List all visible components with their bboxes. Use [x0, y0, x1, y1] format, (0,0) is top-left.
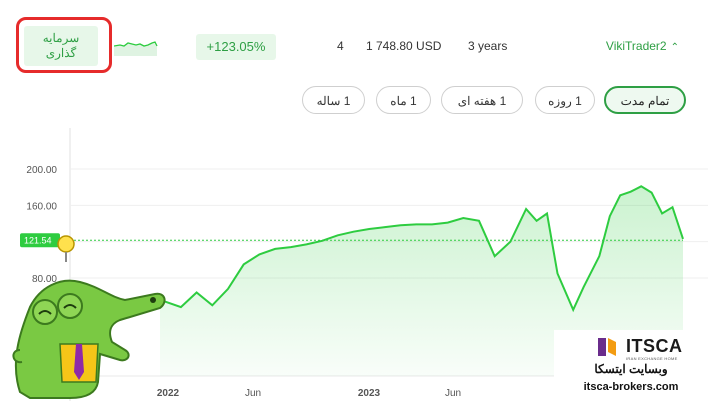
- period-1-month[interactable]: 1 ماه: [376, 86, 431, 114]
- x-tick-label: Jun: [445, 388, 461, 399]
- itsca-logo-icon: [598, 338, 616, 356]
- period-1-week[interactable]: 1 هفته ای: [441, 86, 523, 114]
- itsca-watermark: ITSCA IRAN EXCHANGE HOME وبسایت ایتسکا i…: [554, 330, 708, 401]
- x-tick-label: Jun: [245, 388, 261, 399]
- age-value: 3 years: [468, 39, 508, 53]
- crocodile-mascot-icon: [12, 235, 166, 399]
- period-1-day[interactable]: 1 روزه: [535, 86, 595, 114]
- trader-dropdown[interactable]: VikiTrader2 ⌃: [606, 39, 679, 53]
- return-badge: +123.05%: [196, 34, 276, 60]
- chevron-up-icon: ⌃: [670, 42, 679, 53]
- trader-name: VikiTrader2: [605, 39, 667, 53]
- highlight-frame: [16, 17, 112, 73]
- count-value: 4: [337, 39, 344, 53]
- period-all-time[interactable]: تمام مدت: [604, 86, 686, 114]
- y-tick-label: 200.00: [26, 165, 57, 176]
- period-1-year[interactable]: 1 ساله: [302, 86, 365, 114]
- y-tick-label: 160.00: [26, 201, 57, 212]
- balance-value: 1 748.80 USD: [366, 39, 442, 53]
- brand-name: ITSCA: [626, 336, 683, 356]
- mini-sparkline: [114, 41, 158, 56]
- brand-tagline: IRAN EXCHANGE HOME: [626, 356, 678, 361]
- x-tick-label: 2023: [358, 388, 381, 399]
- brand-url: itsca-brokers.com: [583, 381, 679, 393]
- brand-persian-text: وبسایت ایتسکا: [594, 362, 668, 376]
